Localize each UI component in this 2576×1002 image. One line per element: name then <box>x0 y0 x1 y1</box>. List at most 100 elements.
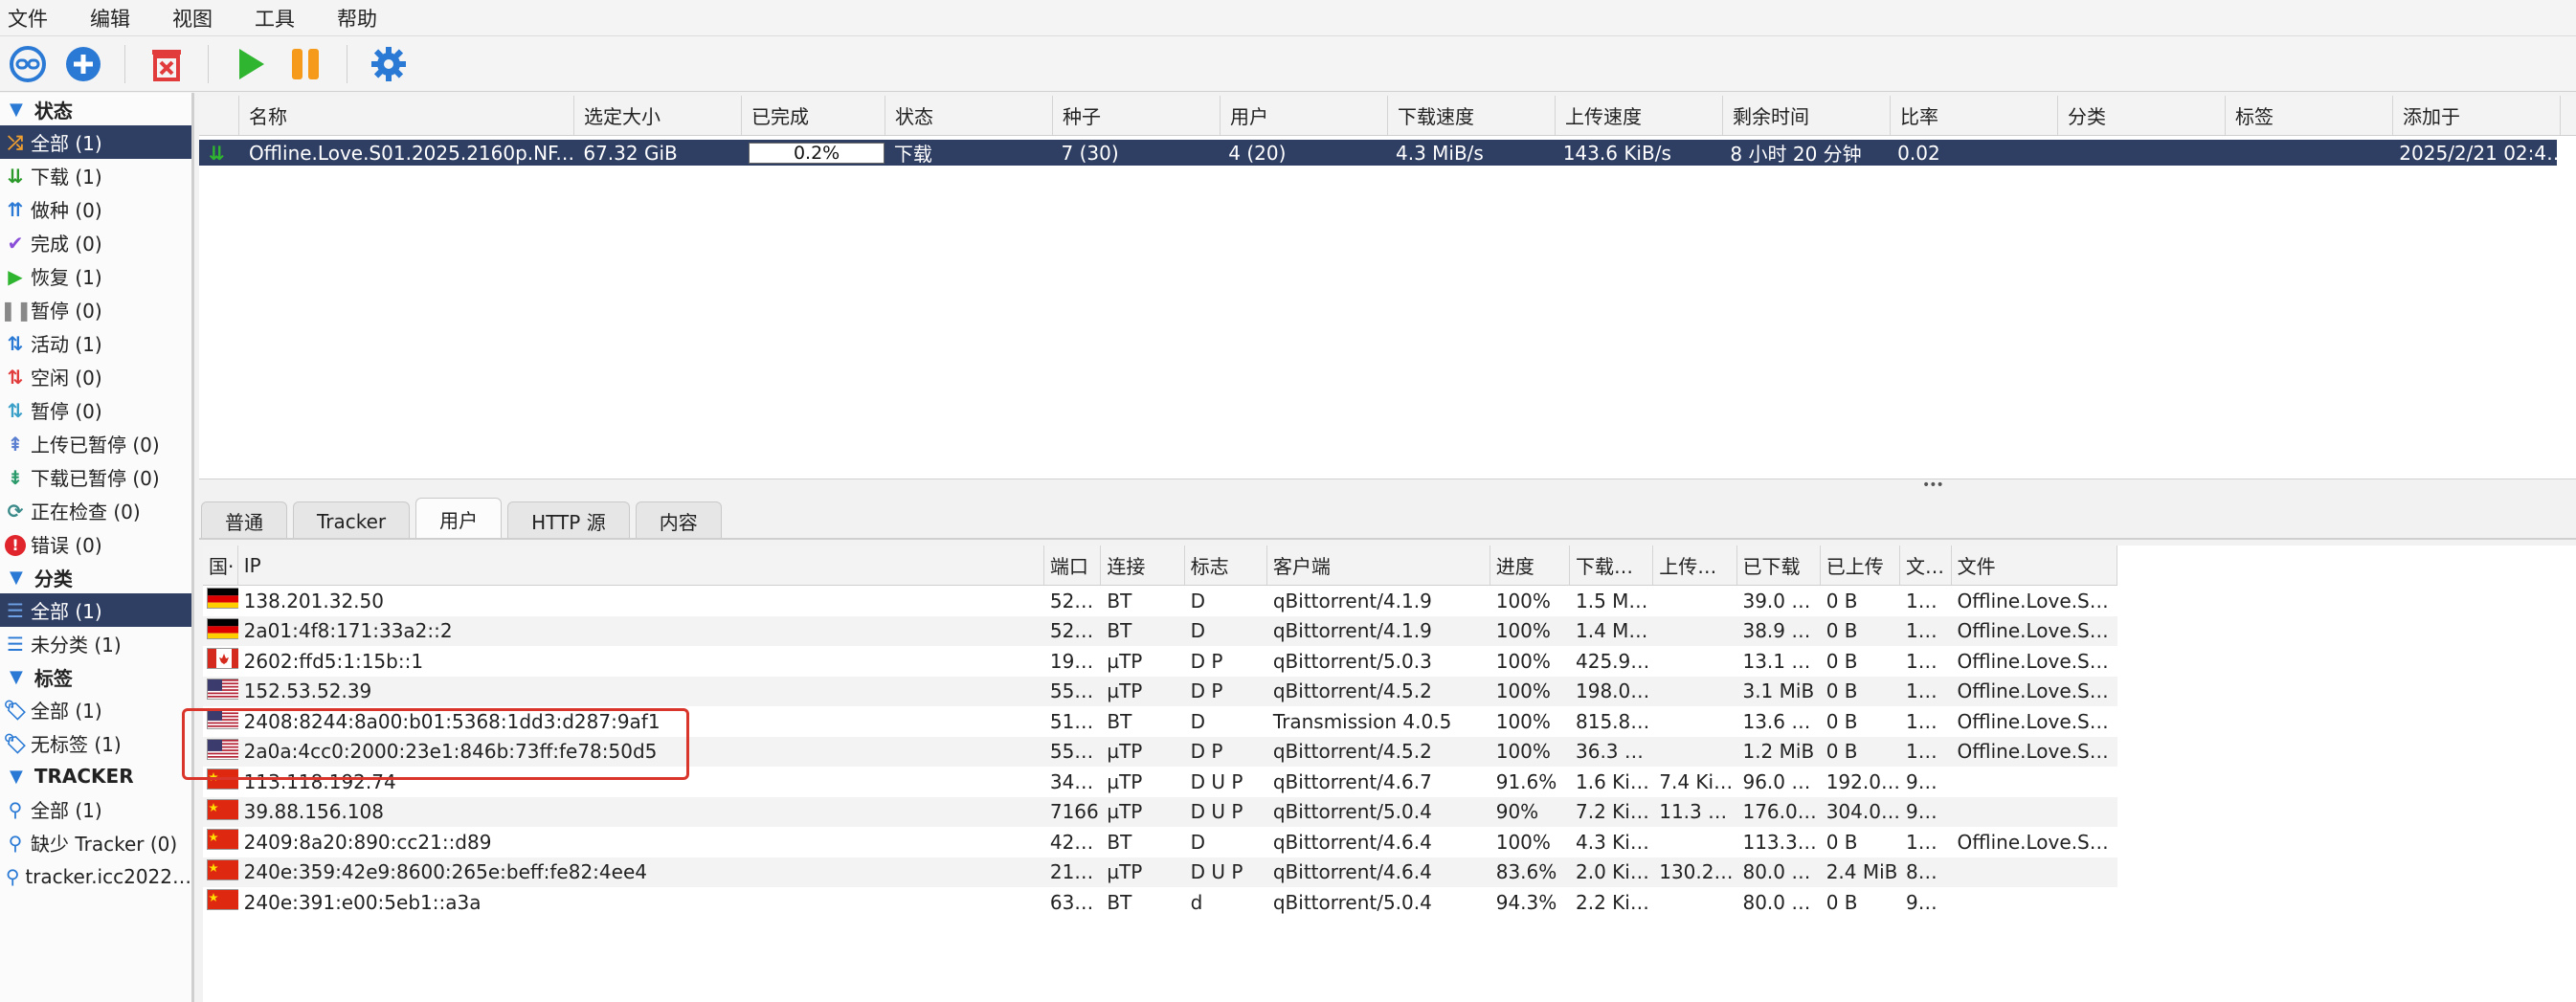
peer-downloaded: 13.6 … <box>1742 709 1811 733</box>
column-header-up-speed[interactable]: 上传… <box>1653 546 1737 585</box>
delete-button[interactable] <box>143 40 190 88</box>
column-header-name[interactable]: 名称 <box>239 96 574 135</box>
status-item-upload-paused[interactable]: ⇞ 上传已暂停 (0) <box>0 427 191 460</box>
peer-port: 52… <box>1049 619 1094 643</box>
column-header-peers[interactable]: 用户 <box>1221 96 1388 135</box>
toolbar-separator <box>208 44 209 83</box>
peers-table-header: 国· IP 端口 连接 标志 客户端 进度 下载… 上传… 已下载 已上传 文…… <box>203 546 2118 586</box>
menu-file[interactable]: 文件 <box>0 4 67 33</box>
column-header-port[interactable]: 端口 <box>1044 546 1102 585</box>
peer-row[interactable]: 2a01:4f8:171:33a2::2 52… BT DqBittorrent/4.… <box>203 615 2117 646</box>
status-item-all[interactable]: ⤮ 全部 (1) <box>0 125 191 159</box>
tab-trackers[interactable]: Tracker <box>293 501 411 540</box>
peer-uploaded: 0 B <box>1826 740 1858 764</box>
tag-section-header[interactable]: ▼ 标签 <box>0 660 191 693</box>
column-header-eta[interactable]: 剩余时间 <box>1723 96 1891 135</box>
tag-item-all[interactable]: 🏷 全部 (1) <box>0 693 191 726</box>
column-header-up-speed[interactable]: 上传速度 <box>1556 96 1723 135</box>
column-header-flags[interactable]: 标志 <box>1185 546 1267 585</box>
category-section-header[interactable]: ▼ 分类 <box>0 561 191 593</box>
peer-relevance: 1… <box>1905 619 1938 643</box>
peer-connection: BT <box>1107 830 1132 854</box>
peer-uploaded: 2.4 MiB <box>1826 860 1898 884</box>
column-header-connection[interactable]: 连接 <box>1101 546 1185 585</box>
column-header-downloaded[interactable]: 已下载 <box>1737 546 1821 585</box>
peer-row[interactable]: 240e:391:e00:5eb1::a3a 63… BT d qBittorrent/… <box>203 887 2117 918</box>
peer-row[interactable]: 138.201.32.50 52… BT DqBittorrent/4.1.9 100%… <box>203 586 2117 616</box>
column-header-progress[interactable]: 进度 <box>1490 546 1570 585</box>
tab-content[interactable]: 内容 <box>635 501 722 540</box>
peer-row[interactable]: 2409:8a20:890:cc21::d89 42… BT DqBittorrent… <box>203 827 2117 857</box>
status-item-completed[interactable]: ✔ 完成 (0) <box>0 226 191 259</box>
status-item-inactive[interactable]: ⇅ 空闲 (0) <box>0 360 191 393</box>
menu-view[interactable]: 视图 <box>165 4 232 33</box>
toolbar-separator <box>124 44 125 83</box>
resume-button[interactable] <box>226 40 274 88</box>
tab-general[interactable]: 普通 <box>201 501 287 540</box>
peer-row[interactable]: 152.53.52.39 55… µTP D P qBittorrent/4.5.2 10… <box>203 676 2117 706</box>
menu-edit[interactable]: 编辑 <box>82 4 149 33</box>
tracker-item-icc2022[interactable]: ⚲ tracker.icc2022… <box>0 859 191 893</box>
torrent-ratio: 0.02 <box>1897 141 1940 165</box>
peer-row[interactable]: 39.88.156.108 7166 µTP D U P qBittorrent/5.0… <box>203 796 2117 827</box>
tracker-section-header[interactable]: ▼ TRACKER <box>0 760 191 792</box>
column-header-done[interactable]: 已完成 <box>742 96 885 135</box>
panel-splitter[interactable]: ••• <box>199 478 2576 493</box>
status-item-paused[interactable]: ❚❚ 暂停 (0) <box>0 293 191 326</box>
category-item-all[interactable]: ☰ 全部 (1) <box>0 593 191 627</box>
status-item-checking[interactable]: ⟳ 正在检查 (0) <box>0 494 191 527</box>
add-link-button[interactable] <box>4 40 52 88</box>
torrent-name: Offline.Love.S01.2025.2160p.NF.… <box>248 141 574 165</box>
column-header-added[interactable]: 添加于 <box>2393 96 2561 135</box>
tracker-item-trackerless[interactable]: ⚲ 缺少 Tracker (0) <box>0 826 191 859</box>
status-section-header[interactable]: ▼ 状态 <box>0 93 191 125</box>
column-header-ratio[interactable]: 比率 <box>1891 96 2058 135</box>
tab-peers[interactable]: 用户 <box>415 498 503 540</box>
column-header-down-speed[interactable]: 下载速度 <box>1388 96 1556 135</box>
column-header-uploaded[interactable]: 已上传 <box>1821 546 1901 585</box>
torrent-up-speed: 143.6 KiB/s <box>1562 141 1671 165</box>
column-header-files[interactable]: 文件 <box>1952 546 2118 585</box>
chevron-down-icon: ▼ <box>10 766 23 787</box>
column-header-size[interactable]: 选定大小 <box>574 96 742 135</box>
add-torrent-button[interactable] <box>59 40 107 88</box>
status-item-seeding[interactable]: ⇈ 做种 (0) <box>0 192 191 226</box>
column-header-seeds[interactable]: 种子 <box>1053 96 1221 135</box>
peer-relevance: 1… <box>1905 709 1938 733</box>
column-header-ip[interactable]: IP <box>238 546 1044 585</box>
status-item-downloading[interactable]: ⇊ 下载 (1) <box>0 159 191 192</box>
peer-port: 55… <box>1049 679 1094 703</box>
column-header-client[interactable]: 客户端 <box>1267 546 1490 585</box>
status-item-resumed[interactable]: ▶ 恢复 (1) <box>0 259 191 293</box>
column-header-category[interactable]: 分类 <box>2058 96 2226 135</box>
peer-progress: 94.3% <box>1495 890 1557 914</box>
pause-button[interactable] <box>281 40 329 88</box>
status-item-download-paused[interactable]: ⇟ 下载已暂停 (0) <box>0 460 191 494</box>
column-header-relevance[interactable]: 文… <box>1900 546 1952 585</box>
sidebar-item-label: 正在检查 (0) <box>31 501 141 523</box>
peer-files: Offline.Love.S… <box>1957 679 2109 703</box>
torrent-row[interactable]: ⇊ Offline.Love.S01.2025.2160p.NF.… 67.32… <box>199 140 2557 166</box>
status-item-stalled[interactable]: ⇅ 暂停 (0) <box>0 393 191 427</box>
menu-tools[interactable]: 工具 <box>247 4 314 33</box>
menu-help[interactable]: 帮助 <box>329 4 396 33</box>
category-item-uncategorized[interactable]: ☰ 未分类 (1) <box>0 627 191 660</box>
status-item-errored[interactable]: ! 错误 (0) <box>0 527 191 561</box>
peer-client: qBittorrent/4.5.2 <box>1272 740 1432 764</box>
status-item-active[interactable]: ⇅ 活动 (1) <box>0 326 191 360</box>
peer-row[interactable]: 240e:359:42e9:8600:265e:beff:fe82:4ee4 21… <box>203 857 2117 887</box>
tab-http-sources[interactable]: HTTP 源 <box>507 501 630 540</box>
options-button[interactable] <box>365 40 413 88</box>
sidebar-item-label: 缺少 Tracker (0) <box>31 833 178 856</box>
column-header-status[interactable]: 状态 <box>885 96 1053 135</box>
column-header-tags[interactable]: 标签 <box>2226 96 2393 135</box>
peer-flags: d <box>1190 890 1203 914</box>
download-paused-icon: ⇟ <box>7 465 24 489</box>
tracker-item-all[interactable]: ⚲ 全部 (1) <box>0 792 191 826</box>
column-header-country[interactable]: 国· <box>203 546 238 585</box>
tag-item-untagged[interactable]: 🏷 无标签 (1) <box>0 726 191 760</box>
peer-downloaded: 13.1 … <box>1742 649 1811 673</box>
peer-row[interactable]: 2602:ffd5:1:15b::1 19… µTP D P qBittorrent/5… <box>203 646 2117 677</box>
column-header-down-speed[interactable]: 下载… <box>1570 546 1654 585</box>
country-flag <box>203 829 238 855</box>
